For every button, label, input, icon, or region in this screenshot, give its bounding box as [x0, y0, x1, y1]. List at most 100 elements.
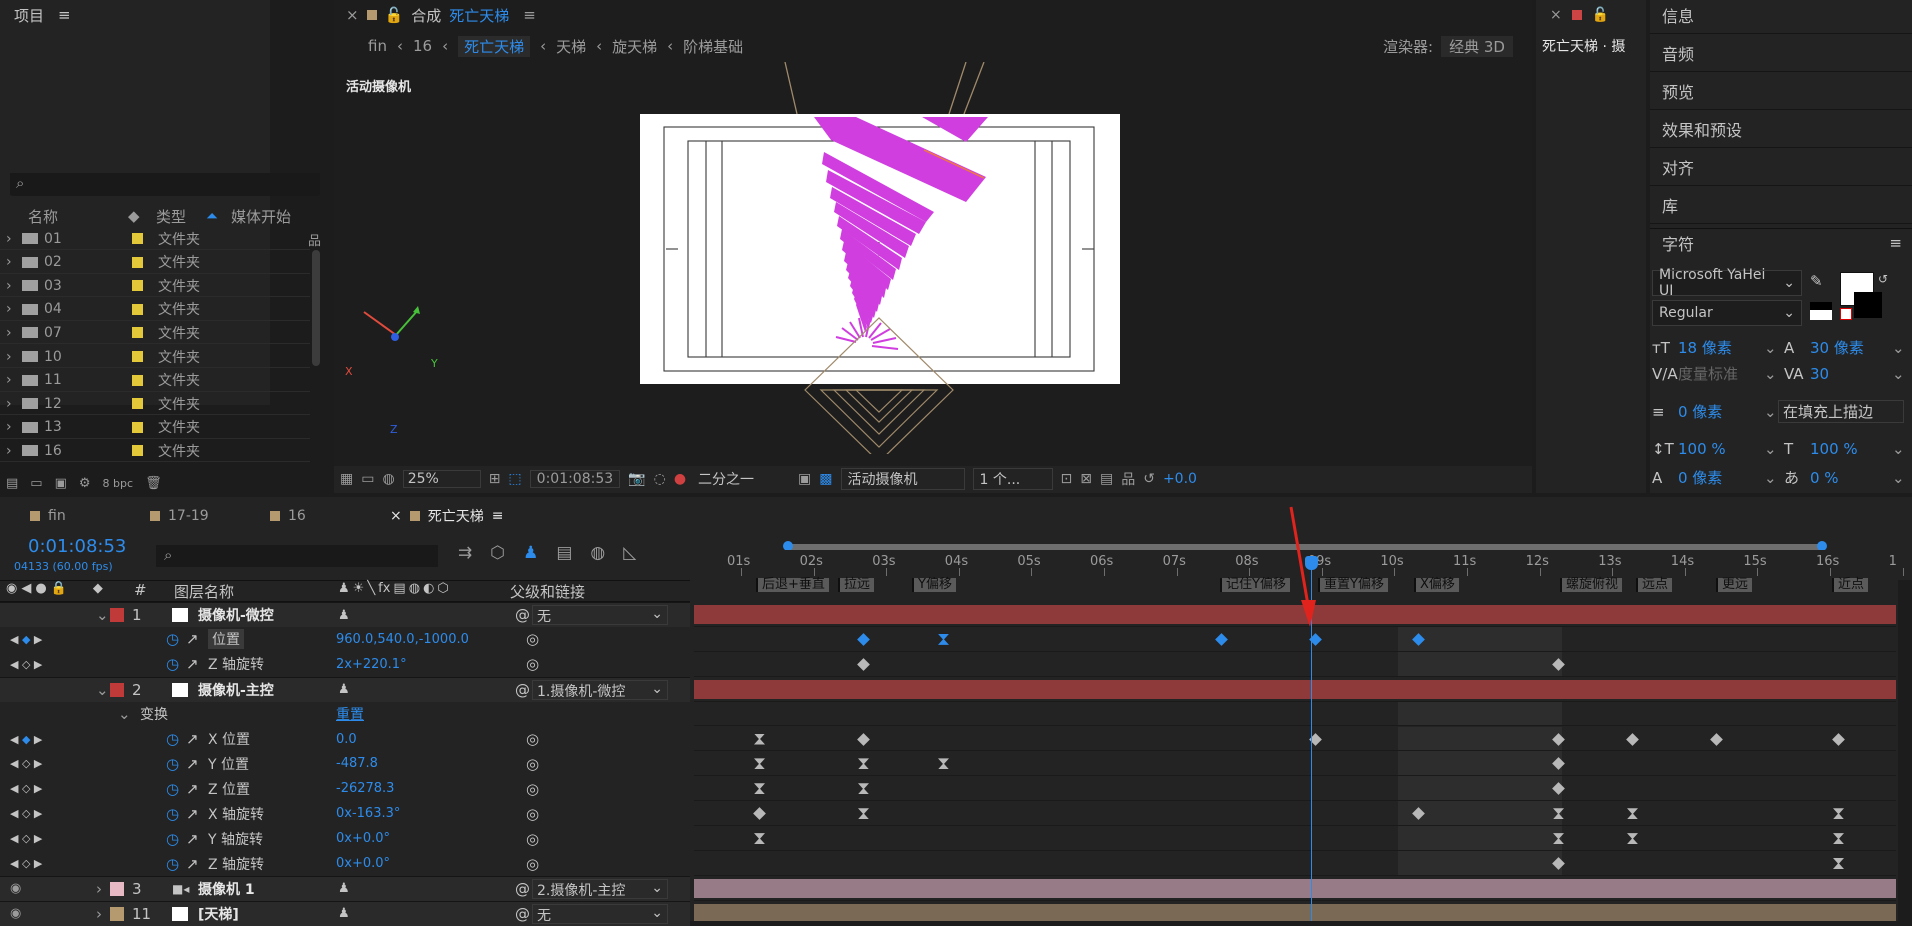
layer-row[interactable]: ◉ › 11 [天梯] ♟ @ 无 ⌄ — [0, 900, 690, 926]
no-fill-icon[interactable] — [1840, 308, 1852, 320]
list-item[interactable]: › 10 文件夹 — [0, 346, 310, 368]
chevron-icon[interactable]: ⌄ — [96, 681, 109, 699]
stopwatch-icon[interactable]: ◷ — [166, 730, 179, 748]
pickwhip-icon[interactable]: @ — [515, 681, 530, 699]
solo-icon[interactable]: ● — [35, 581, 46, 596]
project-scrollbar[interactable] — [312, 250, 320, 366]
track-row[interactable] — [694, 776, 1896, 802]
bit-depth[interactable]: 8 bpc — [103, 477, 134, 490]
hamburger-icon[interactable]: ≡ — [58, 6, 71, 24]
timeline-tab[interactable]: × 死亡天梯 ≡ — [390, 506, 530, 526]
resolution-select[interactable]: 二分之一 — [694, 469, 790, 489]
camera-snapshot-icon[interactable]: 📷 — [628, 471, 645, 487]
breadcrumb-item[interactable]: 天梯 — [556, 36, 586, 57]
keyframe-nav-icon[interactable]: ◀ ◆ ▶ — [10, 733, 42, 746]
label-swatch[interactable] — [132, 327, 143, 339]
list-item[interactable]: › 03 文件夹 — [0, 275, 310, 298]
keyframe-nav-icon[interactable]: ◀ ◇ ▶ — [10, 857, 42, 870]
property-row[interactable]: ◀ ◇ ▶ ◷ ↗ Y 轴旋转 0x+0.0° ◎ — [0, 826, 690, 851]
expression-icon[interactable]: ◎ — [526, 780, 539, 798]
leading-value[interactable]: 30 像素 — [1810, 337, 1892, 358]
swap-colors-icon[interactable]: ↺ — [1878, 272, 1888, 286]
font-style-select[interactable]: Regular ⌄ — [1652, 300, 1802, 326]
track-row[interactable] — [694, 701, 1896, 727]
property-row[interactable]: ◀ ◇ ▶ ◷ ↗ Z 轴旋转 2x+220.1° ◎ — [0, 652, 690, 677]
track-row[interactable] — [694, 651, 1896, 677]
property-value[interactable]: 960.0,540.0,-1000.0 — [336, 632, 469, 647]
graph-icon[interactable]: ↗ — [186, 730, 199, 748]
timeline-icon[interactable]: ▤ — [1100, 471, 1113, 487]
toggle-view-icon[interactable]: ⊡ — [1061, 471, 1073, 487]
column-name[interactable]: 名称 — [28, 206, 58, 227]
layer-row[interactable]: ⌄ 2 摄像机-主控 ♟ @ 1.摄像机-微控 ⌄ — [0, 676, 690, 702]
panel-2[interactable]: 预览 — [1650, 72, 1912, 110]
panel-0[interactable]: 信息 — [1650, 0, 1912, 34]
pickwhip-icon[interactable]: @ — [515, 905, 530, 923]
expression-icon[interactable]: ◎ — [526, 730, 539, 748]
label-swatch[interactable] — [132, 233, 143, 244]
parent-select[interactable]: 无 ⌄ — [532, 605, 668, 625]
chevron-right-icon[interactable]: › — [6, 254, 12, 270]
close-tab-icon[interactable]: × — [1550, 7, 1562, 23]
stroke-mode-select[interactable]: 在填充上描边 — [1778, 400, 1904, 423]
column-type[interactable]: 类型 — [156, 206, 186, 227]
eyedropper-icon[interactable]: ✎ — [1810, 272, 1823, 290]
flowchart-tab[interactable]: × 🔓 — [1550, 4, 1609, 26]
shy-switch-icon[interactable]: ♟ — [338, 906, 350, 921]
shy-switch-icon[interactable]: ♟ — [338, 608, 350, 623]
keyframe-nav-icon[interactable]: ◀ ◇ ▶ — [10, 782, 42, 795]
tracking-value[interactable]: 30 — [1810, 365, 1892, 383]
layer-row[interactable]: ⌄ 1 摄像机-微控 ♟ @ 无 ⌄ — [0, 602, 690, 627]
safe-zones-icon[interactable]: ⊞ — [489, 471, 501, 487]
audio-icon[interactable]: ◀ — [21, 581, 31, 596]
stroke-color-swatch[interactable] — [1854, 292, 1882, 318]
layer-color[interactable] — [110, 682, 124, 697]
comp-marker[interactable]: 重置Y偏移 — [1318, 578, 1388, 592]
comp-marker[interactable]: 近点 — [1832, 578, 1869, 592]
graph-icon[interactable]: ↗ — [186, 780, 199, 798]
layer-name[interactable]: 摄像机-微控 — [198, 605, 274, 625]
layer-row[interactable]: ◉ › 3 ■◂ 摄像机 1 ♟ @ 2.摄像机-主控 ⌄ — [0, 875, 690, 901]
comp-marker[interactable]: 记住Y偏移 — [1220, 578, 1290, 592]
layer-color[interactable] — [110, 608, 124, 622]
timeline-tab[interactable]: 17-19 — [150, 508, 270, 524]
layer-color[interactable] — [110, 881, 124, 896]
chevron-right-icon[interactable]: › — [6, 349, 12, 365]
label-swatch[interactable] — [132, 256, 143, 268]
track-row[interactable] — [694, 826, 1896, 851]
chevron-right-icon[interactable]: › — [6, 396, 12, 412]
transform-group[interactable]: ⌄ 变换 重置 — [0, 702, 690, 727]
timeline-tab[interactable]: 16 — [270, 508, 390, 524]
comp-mini-flowchart-icon[interactable]: ⇉ — [458, 543, 472, 563]
hamburger-icon[interactable]: ≡ — [492, 508, 504, 524]
breadcrumb-item[interactable]: fin — [368, 37, 387, 55]
property-value[interactable]: 0x-163.3° — [336, 806, 400, 821]
keyframe-nav-icon[interactable]: ◀ ◇ ▶ — [10, 807, 42, 820]
property-value[interactable]: 0x+0.0° — [336, 856, 390, 871]
column-parent[interactable]: 父级和链接 — [510, 581, 585, 602]
label-swatch[interactable] — [132, 303, 143, 315]
kerning-value[interactable]: 度量标准 — [1678, 363, 1764, 384]
panel-1[interactable]: 音频 — [1650, 34, 1912, 72]
breadcrumb-item[interactable]: 阶梯基础 — [683, 36, 743, 57]
delete-icon[interactable]: 🗑 — [145, 476, 162, 491]
label-swatch[interactable] — [132, 398, 143, 410]
expression-icon[interactable]: ◎ — [526, 855, 539, 873]
chevron-right-icon[interactable]: › — [6, 372, 12, 388]
expression-icon[interactable]: ◎ — [526, 755, 539, 773]
chevron-right-icon[interactable]: › — [6, 443, 12, 459]
list-item[interactable]: › 16 文件夹 — [0, 440, 310, 463]
column-media-start[interactable]: 媒体开始 — [231, 206, 291, 227]
close-tab-icon[interactable]: × — [390, 508, 402, 524]
views-count-select[interactable]: 1 个... — [972, 468, 1053, 490]
flowchart-icon[interactable]: 品 — [1121, 469, 1135, 489]
chevron-icon[interactable]: › — [96, 905, 102, 923]
property-row[interactable]: ◀ ◇ ▶ ◷ ↗ X 轴旋转 0x-163.3° ◎ — [0, 801, 690, 826]
chevron-right-icon[interactable]: › — [6, 231, 12, 247]
panel-4[interactable]: 对齐 — [1650, 148, 1912, 186]
label-swatch[interactable] — [132, 374, 143, 386]
comp-marker[interactable]: 拉远 — [838, 578, 875, 592]
list-item[interactable]: › 13 文件夹 — [0, 417, 310, 439]
comp-marker[interactable]: 更远 — [1716, 578, 1753, 592]
track-row[interactable] — [694, 751, 1896, 777]
